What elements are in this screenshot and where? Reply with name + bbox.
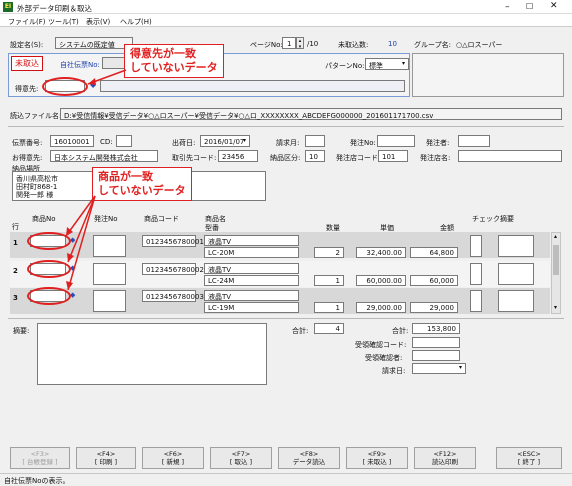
- confirmer-input[interactable]: [412, 350, 460, 361]
- callout-arrows-item: [65, 195, 96, 291]
- status-bar: 自社伝票Noの表示。: [0, 473, 572, 485]
- confirm-code-label: 受領確認コード:: [355, 341, 407, 349]
- chevron-down-icon: ▾: [459, 364, 463, 371]
- invoice-date-input[interactable]: ▾: [412, 363, 466, 374]
- note-label: 摘要:: [13, 327, 30, 335]
- total-amount-field: 153,800: [412, 323, 460, 334]
- esc-exit-button[interactable]: <ESC>[ 終了 ]: [496, 447, 562, 469]
- f4-print-button[interactable]: <F4>[ 印刷 ]: [76, 447, 136, 469]
- total-amount-label: 合計:: [392, 327, 409, 335]
- note-textarea[interactable]: [37, 323, 267, 385]
- f6-new-button[interactable]: <F6>[ 新規 ]: [142, 447, 204, 469]
- total-qty-field: 4: [314, 323, 344, 334]
- f12-read-print-button[interactable]: <F12> 読込印刷: [414, 447, 476, 469]
- f3-button[interactable]: <F3>[ 台帳登録 ]: [10, 447, 70, 469]
- total-qty-label: 合計:: [292, 327, 309, 335]
- confirm-code-input[interactable]: [412, 337, 460, 348]
- f8-read-data-button[interactable]: <F8> データ読込: [278, 447, 340, 469]
- f9-unimported-button[interactable]: <F9>[ 未取込 ]: [346, 447, 408, 469]
- f7-import-button[interactable]: <F7>[ 取込 ]: [210, 447, 272, 469]
- confirmer-label: 受領確認者:: [365, 354, 403, 362]
- invoice-date-label: 請求日:: [382, 367, 406, 375]
